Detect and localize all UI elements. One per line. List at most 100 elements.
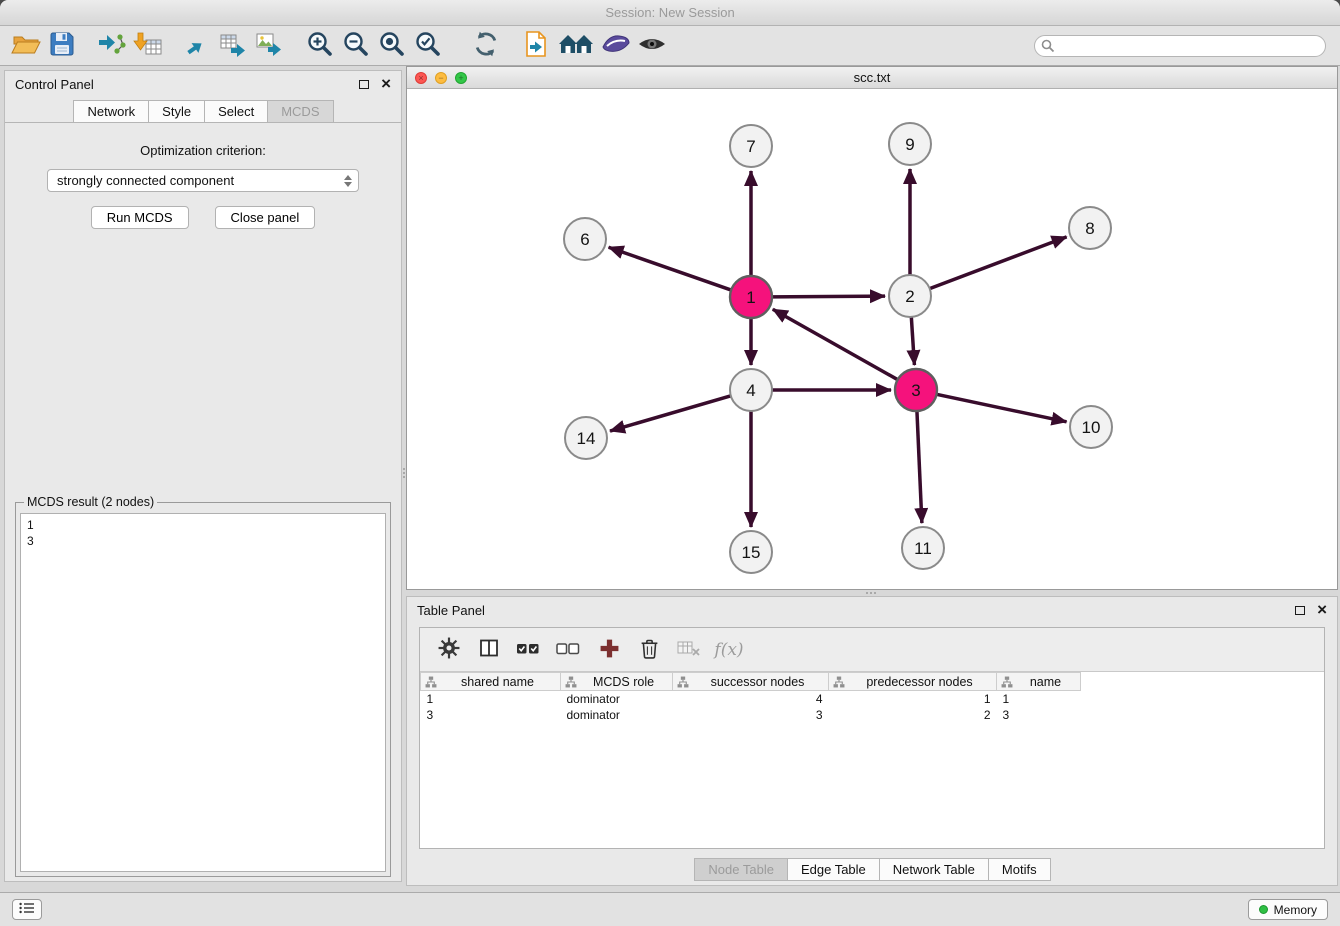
control-panel: Control Panel × Network Style Select MCD…: [4, 70, 402, 882]
eye-button[interactable]: [634, 30, 670, 62]
column-header-shared-name[interactable]: shared name: [421, 673, 561, 691]
zoom-selected-button[interactable]: [410, 30, 446, 62]
search-input[interactable]: [1034, 35, 1326, 57]
select-value: strongly connected component: [57, 173, 234, 188]
close-panel-icon[interactable]: ×: [381, 77, 391, 91]
table-cell[interactable]: 2: [829, 707, 997, 723]
minimize-window-icon[interactable]: −: [435, 72, 447, 84]
select-all-button[interactable]: [514, 635, 544, 665]
tab-mcds[interactable]: MCDS: [267, 100, 333, 122]
table-cell[interactable]: 1: [997, 691, 1081, 707]
refresh-icon: [472, 31, 500, 60]
deselect-all-button[interactable]: [554, 635, 584, 665]
maximize-window-icon[interactable]: +: [455, 72, 467, 84]
tab-select[interactable]: Select: [204, 100, 268, 122]
export-network-icon: [183, 31, 213, 61]
graph-edge-2-8[interactable]: [930, 237, 1067, 289]
graph-edge-1-2[interactable]: [772, 296, 885, 297]
zoom-fit-icon: [378, 30, 406, 61]
table-settings-button[interactable]: [434, 635, 464, 665]
graph-edge-3-11[interactable]: [917, 411, 922, 523]
search-icon: [1041, 39, 1055, 56]
optimization-criterion-select[interactable]: strongly connected component: [47, 169, 359, 192]
column-header-successor-nodes[interactable]: successor nodes: [673, 673, 829, 691]
duplicate-network-button[interactable]: [518, 30, 554, 62]
export-image-button[interactable]: [252, 30, 288, 62]
float-table-panel-icon[interactable]: [1295, 606, 1305, 615]
graph-edge-4-14[interactable]: [610, 396, 731, 431]
tab-network[interactable]: Network: [73, 100, 149, 122]
select-all-icon: [516, 638, 542, 661]
column-type-icon: [833, 676, 845, 691]
refresh-view-button[interactable]: [468, 30, 504, 62]
window-titlebar[interactable]: Session: New Session: [0, 0, 1340, 26]
close-table-panel-icon[interactable]: ×: [1317, 603, 1327, 617]
delete-column-button[interactable]: [634, 635, 664, 665]
home-overlap-button[interactable]: [554, 30, 598, 62]
import-table-button[interactable]: [130, 30, 166, 62]
table-cell[interactable]: 3: [997, 707, 1081, 723]
zoom-fit-button[interactable]: [374, 30, 410, 62]
trash-icon: [640, 638, 659, 662]
split-columns-button[interactable]: [474, 635, 504, 665]
table-row[interactable]: 3 dominator 3 2 3: [421, 707, 1081, 723]
delete-table-icon: [677, 639, 701, 660]
table-cell[interactable]: dominator: [561, 691, 673, 707]
tab-network-table[interactable]: Network Table: [879, 858, 989, 881]
traffic-lights: × − +: [415, 72, 467, 84]
graph-node-label-3: 3: [911, 381, 920, 400]
mcds-result-item: 3: [27, 533, 379, 549]
export-image-icon: [255, 31, 285, 61]
table-cell[interactable]: 1: [829, 691, 997, 707]
style-palette-button[interactable]: [598, 30, 634, 62]
graph-edge-1-6[interactable]: [609, 247, 732, 290]
export-network-button[interactable]: [180, 30, 216, 62]
task-history-button[interactable]: [12, 899, 42, 920]
save-session-button[interactable]: [44, 30, 80, 62]
memory-button[interactable]: Memory: [1248, 899, 1328, 920]
zoom-in-button[interactable]: [302, 30, 338, 62]
network-window-titlebar[interactable]: × − + scc.txt: [407, 67, 1337, 89]
style-palette-icon: [601, 31, 631, 60]
zoom-out-button[interactable]: [338, 30, 374, 62]
tab-node-table[interactable]: Node Table: [694, 858, 788, 881]
graph-node-label-11: 11: [914, 539, 932, 558]
tab-edge-table[interactable]: Edge Table: [787, 858, 880, 881]
eye-icon: [637, 32, 667, 59]
open-session-button[interactable]: [8, 30, 44, 62]
column-header-name[interactable]: name: [997, 673, 1081, 691]
column-header-predecessor-nodes[interactable]: predecessor nodes: [829, 673, 997, 691]
graph-node-label-10: 10: [1082, 418, 1101, 437]
vertical-splitter-handle[interactable]: [402, 460, 406, 486]
home-overlap-icon: [557, 31, 595, 60]
import-network-button[interactable]: [94, 30, 130, 62]
add-column-button[interactable]: [594, 635, 624, 665]
column-type-icon: [677, 676, 689, 691]
tab-motifs[interactable]: Motifs: [988, 858, 1051, 881]
close-window-icon[interactable]: ×: [415, 72, 427, 84]
delete-table-button[interactable]: [674, 635, 704, 665]
tab-style[interactable]: Style: [148, 100, 205, 122]
graph-edge-3-10[interactable]: [937, 394, 1067, 421]
close-panel-button[interactable]: Close panel: [215, 206, 316, 229]
toolbar-search: [1034, 35, 1326, 57]
table-cell[interactable]: dominator: [561, 707, 673, 723]
graph-edge-2-3[interactable]: [911, 317, 914, 365]
table-cell[interactable]: 1: [421, 691, 561, 707]
function-builder-button[interactable]: f(x): [714, 635, 744, 665]
network-canvas[interactable]: 7968124314101511: [407, 89, 1337, 589]
table-cell[interactable]: 3: [421, 707, 561, 723]
export-table-icon: [219, 31, 249, 61]
export-table-button[interactable]: [216, 30, 252, 62]
table-cell[interactable]: 4: [673, 691, 829, 707]
table-cell[interactable]: 3: [673, 707, 829, 723]
run-mcds-button[interactable]: Run MCDS: [91, 206, 189, 229]
column-header-mcds-role[interactable]: MCDS role: [561, 673, 673, 691]
graph-edge-3-1[interactable]: [773, 309, 898, 379]
float-panel-icon[interactable]: [359, 80, 369, 89]
memory-label: Memory: [1274, 903, 1317, 917]
split-columns-icon: [478, 638, 500, 661]
duplicate-network-icon: [523, 30, 549, 61]
table-row[interactable]: 1 dominator 4 1 1: [421, 691, 1081, 707]
mcds-result-list[interactable]: 1 3: [20, 513, 386, 872]
